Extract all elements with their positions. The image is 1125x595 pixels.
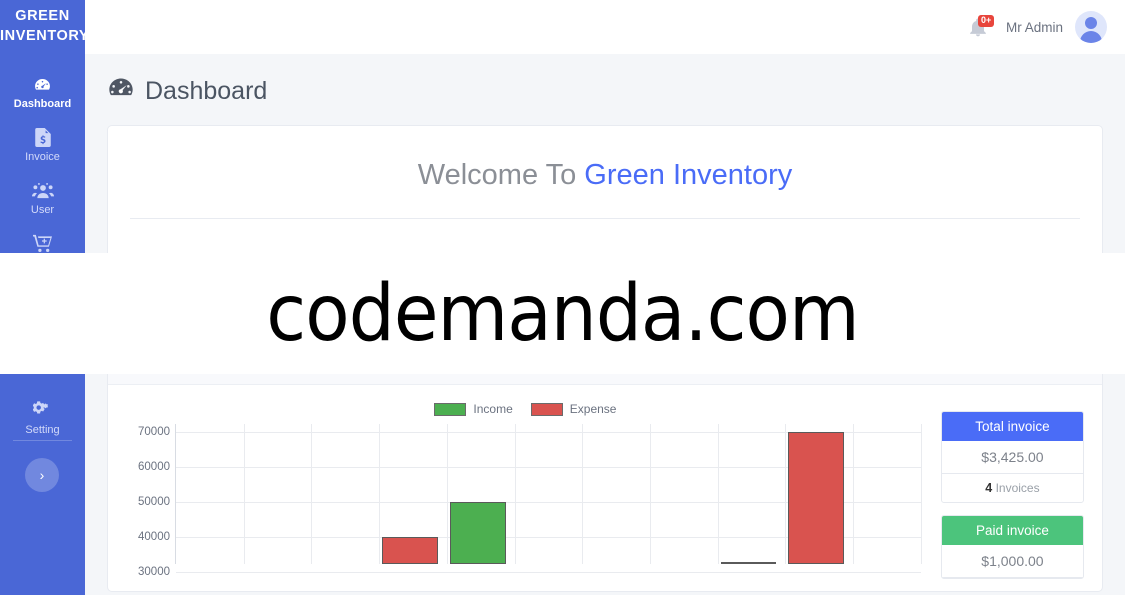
y-axis-tick-label: 40000 [138, 531, 170, 543]
topbar-right-group: 0+ Mr Admin [968, 0, 1107, 54]
grid-line-vertical [311, 424, 313, 564]
grid-line-vertical [243, 424, 245, 564]
user-name-label: Mr Admin [1005, 19, 1063, 35]
chart-plot-area [175, 424, 922, 573]
sidebar-item-label: Dashboard [13, 98, 72, 110]
sidebar-item-dashboard[interactable]: Dashboard [0, 66, 85, 119]
sidebar-item-label: Invoice [25, 151, 60, 163]
dashboard-gauge-icon [107, 76, 135, 107]
brand-line-1: GREEN [15, 8, 70, 24]
stat-heading: Total invoice [941, 412, 1083, 441]
brand-line-2: INVENTORY [0, 28, 90, 44]
chevron-right-icon: › [39, 467, 45, 483]
y-axis-tick-label: 30000 [138, 566, 170, 578]
cart-icon [0, 234, 85, 253]
topbar: 0+ Mr Admin [85, 0, 1125, 54]
grid-line-vertical [446, 424, 448, 564]
welcome-divider [130, 218, 1080, 219]
legend-swatch-expense [530, 402, 563, 416]
notification-bell-button[interactable]: 0+ [968, 14, 995, 40]
legend-label: Expense [569, 402, 617, 416]
users-icon [0, 181, 85, 200]
grid-line-vertical [920, 424, 922, 564]
grid-line-vertical [785, 424, 787, 564]
sidebar-item-user[interactable]: User [0, 172, 85, 225]
stat-card-paid-invoice: Paid invoice $1,000.00 [940, 515, 1084, 579]
y-axis-tick-label: 60000 [138, 461, 170, 473]
sidebar-toggle-button[interactable]: › [25, 458, 59, 492]
gear-icon [0, 401, 85, 420]
chart-bar[interactable] [788, 432, 845, 564]
brand-logo[interactable]: GREEN INVENTORY [0, 0, 90, 46]
chart-bar[interactable] [382, 537, 438, 564]
page-title: Dashboard [145, 77, 268, 105]
sidebar-item-setting[interactable]: Setting [0, 392, 85, 445]
welcome-heading: Welcome To Green Inventory [108, 126, 1102, 192]
stat-amount: $3,425.00 [941, 441, 1083, 474]
welcome-accent: Green Inventory [584, 159, 793, 191]
page-header: Dashboard [85, 54, 1125, 107]
sidebar-item-label: Setting [25, 424, 60, 436]
legend-label: Income [473, 402, 513, 416]
stat-count-label: Invoices [995, 481, 1040, 495]
legend-item-income[interactable]: Income [434, 402, 513, 416]
grid-line-vertical [853, 424, 855, 564]
stat-card-total-invoice: Total invoice $3,425.00 4 Invoices [940, 411, 1084, 503]
chart-card-body: Income Expense 70000 60000 50000 40000 30000 [108, 385, 1102, 591]
legend-swatch-income [434, 402, 467, 416]
y-axis-tick-label: 70000 [138, 426, 170, 438]
chart-bar[interactable] [449, 502, 506, 564]
grid-line-vertical [717, 424, 719, 564]
grid-line-vertical [379, 424, 381, 564]
watermark-overlay: codemanda.com [0, 253, 1125, 374]
sidebar-divider [13, 440, 72, 441]
y-axis-tick-label: 50000 [138, 496, 170, 508]
stat-count-row: 4 Invoices [942, 474, 1083, 502]
income-expense-card: Income & Expense Income Expense [107, 339, 1103, 592]
grid-line-vertical [582, 424, 584, 564]
sidebar-nav: Dashboard Invoice User [0, 66, 85, 265]
sidebar-item-invoice[interactable]: Invoice [0, 119, 85, 172]
chart-region: Income Expense 70000 60000 50000 40000 30000 [118, 399, 933, 591]
stat-amount: $1,000.00 [941, 545, 1083, 578]
notification-badge: 0+ [977, 15, 995, 27]
welcome-prefix: Welcome To [417, 159, 585, 191]
watermark-text: codemanda.com [266, 268, 859, 359]
app-root: GREEN INVENTORY Dashboard Invoice User S… [0, 0, 1125, 595]
dashboard-icon [0, 75, 85, 94]
legend-item-expense[interactable]: Expense [530, 402, 617, 416]
sidebar-item-label: User [30, 204, 55, 216]
avatar[interactable] [1075, 11, 1107, 43]
invoice-icon [0, 128, 85, 147]
stat-heading: Paid invoice [941, 516, 1083, 545]
chart-plot: 70000 60000 50000 40000 30000 [118, 424, 933, 578]
chart-legend: Income Expense [118, 399, 933, 419]
grid-line-horizontal [176, 572, 921, 573]
grid-line-vertical [650, 424, 652, 564]
chart-bar[interactable] [720, 562, 777, 564]
stat-count-value: 4 [985, 481, 993, 495]
invoice-stats-panel: Total invoice $3,425.00 4 Invoices Paid … [933, 399, 1092, 591]
grid-line-vertical [514, 424, 516, 564]
